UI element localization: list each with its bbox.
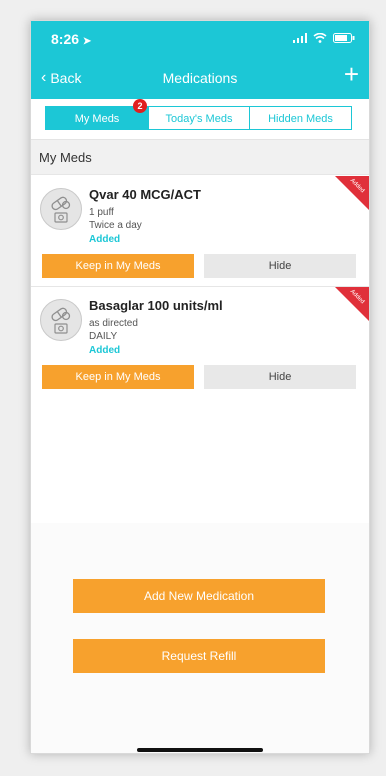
signal-icon xyxy=(293,33,307,43)
phone-screen: 8:26 ➤ ‹ Back Medications + My Meds Toda… xyxy=(30,20,370,754)
med-card: Basaglar 100 units/ml as directed DAILY … xyxy=(31,287,369,398)
med-frequency: Twice a day xyxy=(89,220,142,231)
med-name: Basaglar 100 units/ml xyxy=(89,298,223,313)
notification-badge: 2 xyxy=(133,99,147,113)
pill-icon xyxy=(40,299,82,341)
tab-todays-meds[interactable]: Today's Meds xyxy=(148,106,250,130)
med-frequency: DAILY xyxy=(89,331,118,342)
status-time: 8:26 ➤ xyxy=(51,31,91,47)
med-name: Qvar 40 MCG/ACT xyxy=(89,187,201,202)
section-title: My Meds xyxy=(31,140,369,175)
request-refill-button[interactable]: Request Refill xyxy=(73,639,325,673)
med-dose: 1 puff xyxy=(89,207,114,218)
status-time-text: 8:26 xyxy=(51,31,80,47)
med-dose: as directed xyxy=(89,318,138,329)
empty-list-area xyxy=(31,397,369,524)
add-medication-icon[interactable]: + xyxy=(344,61,359,87)
battery-icon xyxy=(333,33,355,43)
med-status: Added xyxy=(89,234,121,245)
location-arrow-icon: ➤ xyxy=(82,36,92,47)
home-indicator xyxy=(137,748,263,752)
wifi-icon xyxy=(313,33,327,43)
keep-in-my-meds-button[interactable]: Keep in My Meds xyxy=(42,365,194,389)
med-status: Added xyxy=(89,345,121,356)
hide-button[interactable]: Hide xyxy=(204,365,356,389)
tab-hidden-meds[interactable]: Hidden Meds xyxy=(249,106,352,130)
segment-control: My Meds Today's Meds Hidden Meds xyxy=(31,99,369,140)
med-card: Qvar 40 MCG/ACT 1 puff Twice a day Added… xyxy=(31,176,369,287)
page-title: Medications xyxy=(162,70,238,86)
footer-actions: Add New Medication Request Refill xyxy=(31,523,369,753)
keep-in-my-meds-button[interactable]: Keep in My Meds xyxy=(42,254,194,278)
app-header: 8:26 ➤ ‹ Back Medications + xyxy=(31,21,369,99)
add-new-medication-button[interactable]: Add New Medication xyxy=(73,579,325,613)
status-icons xyxy=(293,33,355,43)
pill-icon xyxy=(40,188,82,230)
hide-button[interactable]: Hide xyxy=(204,254,356,278)
